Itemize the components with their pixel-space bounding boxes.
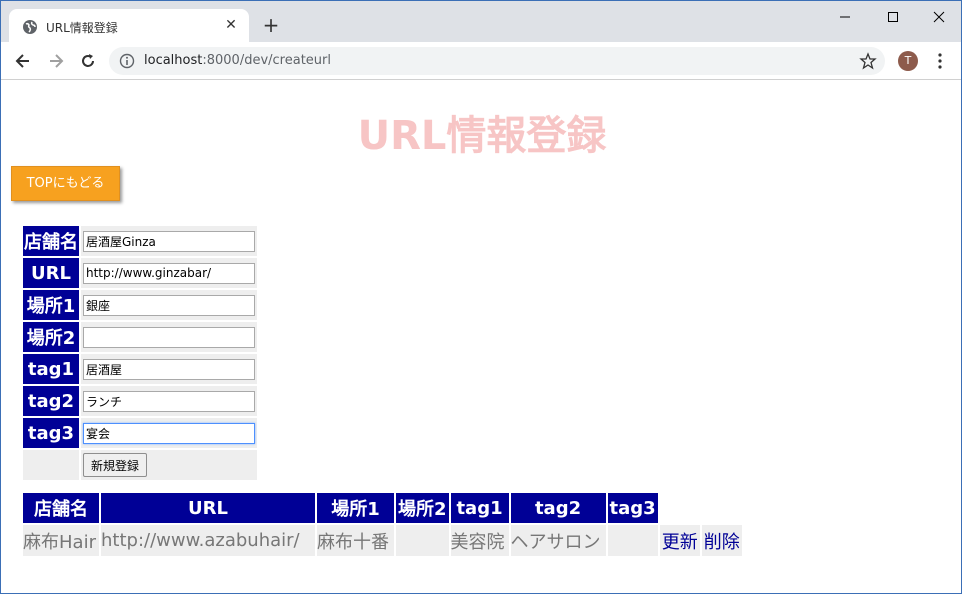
url-label: URL [23, 258, 79, 288]
column-header-store-name: 店舗名 [23, 493, 99, 523]
url-host: localhost [144, 53, 203, 68]
place2-input[interactable] [83, 326, 255, 348]
url-text: localhost:8000/dev/createurl [144, 53, 331, 68]
form-row-store-name: 店舗名 [23, 226, 257, 256]
form-row-place1: 場所1 [23, 290, 257, 320]
store-name-label: 店舗名 [23, 226, 79, 256]
browser-window: URL情報登録 ✕ + localhost:8000/dev/createurl… [0, 0, 962, 594]
registration-form: 店舗名 URL 場所1 場所2 tag1 tag2 [21, 224, 259, 482]
page-title: URL情報登録 [357, 113, 607, 159]
cell-tag1: 美容院 [450, 525, 509, 556]
column-header-tag3: tag3 [607, 493, 658, 523]
column-header-tag1: tag1 [450, 493, 509, 523]
bookmark-star-icon[interactable] [859, 52, 877, 70]
form-row-tag1: tag1 [23, 354, 257, 384]
cell-place2 [396, 525, 449, 556]
form-row-tag3: tag3 [23, 418, 257, 448]
cell-url: http://www.azabuhair/ [101, 525, 315, 556]
back-arrow-icon[interactable] [13, 51, 33, 71]
tag2-input[interactable] [83, 390, 255, 412]
list-header-row: 店舗名 URL 場所1 場所2 tag1 tag2 tag3 [23, 493, 742, 523]
form-row-place2: 場所2 [23, 322, 257, 352]
close-window-icon[interactable] [929, 7, 949, 27]
column-header-url: URL [101, 493, 315, 523]
cell-tag2: ヘアサロン [510, 525, 606, 556]
update-link[interactable]: 更新 [659, 525, 700, 556]
form-row-submit: 新規登録 [23, 450, 257, 480]
new-tab-button[interactable]: + [261, 15, 281, 35]
info-icon[interactable] [119, 53, 135, 69]
tag3-label: tag3 [23, 418, 79, 448]
table-row: 麻布Hair http://www.azabuhair/ 麻布十番 美容院 ヘア… [23, 525, 742, 556]
form-row-tag2: tag2 [23, 386, 257, 416]
reload-icon[interactable] [78, 51, 98, 71]
forward-arrow-icon[interactable] [46, 51, 66, 71]
address-bar[interactable]: localhost:8000/dev/createurl [109, 47, 885, 75]
maximize-icon[interactable] [883, 7, 903, 27]
tag2-label: tag2 [23, 386, 79, 416]
cell-store-name: 麻布Hair [23, 525, 99, 556]
url-list-table: 店舗名 URL 場所1 場所2 tag1 tag2 tag3 麻布Hair ht… [21, 493, 744, 556]
address-toolbar: localhost:8000/dev/createurl T [1, 42, 961, 80]
tab-strip: URL情報登録 ✕ + [1, 0, 961, 44]
delete-link[interactable]: 削除 [701, 525, 742, 556]
back-to-top-button[interactable]: TOPにもどる [11, 166, 120, 201]
store-name-input[interactable] [83, 230, 255, 252]
place1-input[interactable] [83, 294, 255, 316]
profile-avatar[interactable]: T [898, 51, 918, 71]
close-tab-icon[interactable]: ✕ [223, 17, 239, 33]
register-button[interactable]: 新規登録 [83, 453, 148, 477]
form-row-url: URL [23, 258, 257, 288]
column-header-place2: 場所2 [396, 493, 449, 523]
minimize-icon[interactable] [835, 7, 855, 27]
tab-title: URL情報登録 [46, 21, 118, 35]
column-header-tag2: tag2 [510, 493, 606, 523]
tag1-input[interactable] [83, 358, 255, 380]
browser-tab[interactable]: URL情報登録 ✕ [9, 9, 249, 44]
kebab-menu-icon[interactable] [932, 52, 948, 70]
place2-label: 場所2 [23, 322, 79, 352]
tag3-input[interactable] [83, 422, 255, 444]
cell-place1: 麻布十番 [317, 525, 394, 556]
url-path: :8000/dev/createurl [202, 53, 331, 68]
tag1-label: tag1 [23, 354, 79, 384]
column-header-place1: 場所1 [317, 493, 394, 523]
cell-tag3 [607, 525, 658, 556]
place1-label: 場所1 [23, 290, 79, 320]
url-input[interactable] [83, 262, 255, 284]
globe-icon [23, 20, 37, 34]
page-content: URL情報登録 TOPにもどる 店舗名 URL 場所1 場所2 tag1 [1, 81, 961, 593]
